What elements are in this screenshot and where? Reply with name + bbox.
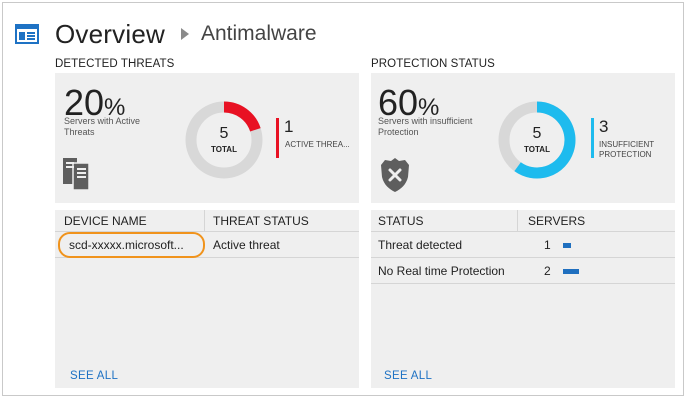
insufficient-protection-count: 3 [599,117,609,136]
protection-donut-total: 5 [532,125,542,142]
servers-count-cell[interactable]: 2 [544,264,551,278]
protection-table-tile: STATUS SERVERS Threat detected 1 No Real… [371,210,675,388]
row-divider [371,283,675,284]
threat-donut-total-label: TOTAL [211,145,237,154]
active-threat-label: ACTIVE THREA... [285,140,350,149]
page-header: Overview Antimalware [15,17,317,51]
servers-count-cell[interactable]: 1 [544,238,551,252]
server-icon [63,158,90,191]
active-threat-count: 1 [284,117,294,136]
threat-status-cell[interactable]: Active threat [213,238,280,252]
page-subtitle: Antimalware [200,22,317,45]
status-cell[interactable]: No Real time Protection [378,264,505,278]
header-divider [371,231,675,232]
page-title: Overview [55,18,165,49]
threats-see-all-link[interactable]: SEE ALL [70,370,118,382]
overview-icon [15,24,39,44]
detected-threats-title: DETECTED THREATS [55,58,175,70]
protection-status-title: PROTECTION STATUS [371,58,495,70]
column-divider [204,210,205,231]
column-header-device-name[interactable]: DEVICE NAME [64,214,147,228]
active-threat-bar [276,118,279,158]
servers-bar [563,243,571,248]
threat-percent-description: Servers with Active Threats [64,116,141,137]
insufficient-protection-label: INSUFFICIENT PROTECTION [599,140,654,159]
protection-donut-total-label: TOTAL [524,145,550,154]
protection-percent-description: Servers with insufficient Protection [378,116,473,137]
status-cell[interactable]: Threat detected [378,238,462,252]
threat-donut-total: 5 [219,125,229,142]
servers-bar [563,269,579,274]
column-header-servers[interactable]: SERVERS [528,214,585,228]
insufficient-protection-bar [591,118,594,158]
protection-status-tile[interactable]: 60% Servers with insufficient Protection… [371,73,675,203]
column-header-status[interactable]: STATUS [378,214,424,228]
protection-see-all-link[interactable]: SEE ALL [384,370,432,382]
breadcrumb-separator-icon [180,28,189,40]
row-divider [371,257,675,258]
column-header-threat-status[interactable]: THREAT STATUS [213,214,309,228]
device-highlight-callout [58,232,205,258]
shield-x-icon [381,158,409,192]
overview-blade: Overview Antimalware DETECTED THREATS 20… [2,2,684,396]
detected-threats-tile[interactable]: 20% Servers with Active Threats 5 TOTAL … [55,73,359,203]
threats-table-tile: DEVICE NAME THREAT STATUS scd-xxxxx.micr… [55,210,359,388]
column-divider [517,210,518,231]
